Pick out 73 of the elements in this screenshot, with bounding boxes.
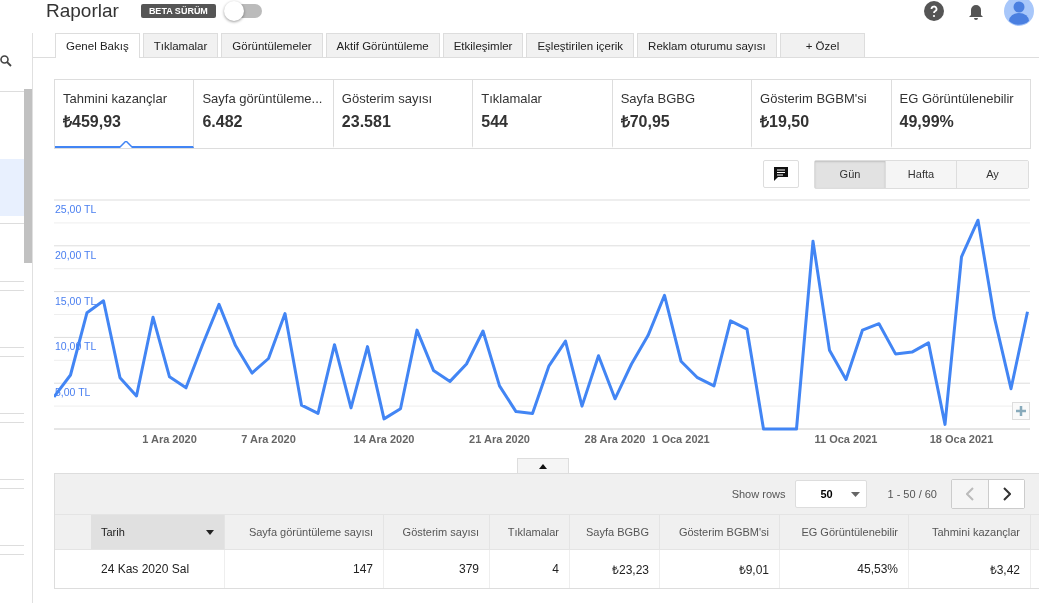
tab[interactable]: Genel Bakış	[55, 33, 140, 58]
metric-label: Tahmini kazançlar	[63, 91, 169, 106]
metric-card[interactable]: EG Görüntülenebilir 49,99%	[891, 80, 1030, 148]
x-axis-label: 11 Oca 2021	[814, 433, 878, 445]
metric-value: 544	[481, 112, 509, 132]
toggle-switch[interactable]	[225, 3, 262, 18]
metric-card[interactable]: Gösterim BGBM'si ₺19,50	[752, 80, 892, 148]
metric-value: 49,99%	[899, 112, 955, 132]
metric-label: Gösterim sayısı	[341, 91, 434, 106]
y-axis-label: 25,00 TL	[55, 203, 97, 215]
metric-card[interactable]: Sayfa BGBG ₺70,95	[612, 80, 753, 148]
tab[interactable]: + Özel	[779, 33, 866, 57]
caret-down-icon	[851, 491, 861, 497]
metric-card[interactable]: Sayfa görüntüleme... 6.482	[194, 80, 334, 148]
comment-button[interactable]	[763, 160, 799, 188]
x-axis-label: 1 Ara 2020	[142, 433, 197, 445]
search-icon[interactable]	[0, 55, 12, 67]
metric-value: ₺19,50	[760, 112, 811, 132]
page-range: 1 - 50 / 60	[887, 488, 937, 500]
metric-card[interactable]: Gösterim sayısı 23.581	[333, 80, 474, 148]
table-cell: 379	[384, 550, 490, 588]
comment-icon	[773, 166, 789, 182]
x-axis-label: 14 Ara 2020	[353, 433, 415, 445]
x-axis-label: 28 Ara 2020	[584, 433, 646, 445]
metric-card[interactable]: Tıklamalar 544	[473, 80, 613, 148]
rows-select[interactable]: 50	[795, 480, 868, 508]
chevron-left-icon	[966, 487, 974, 501]
x-axis-label: 1 Oca 2021	[652, 433, 710, 445]
metric-label: Gösterim BGBM'si	[760, 91, 868, 106]
tab[interactable]: Görüntülemeler	[221, 33, 323, 57]
metric-value: 6.482	[202, 112, 244, 132]
y-axis-label: 15,00 TL	[55, 294, 97, 307]
caret-up-icon	[538, 463, 547, 469]
table-cell: ₺3,42	[909, 550, 1031, 588]
show-rows-label: Show rows	[731, 488, 786, 500]
tab[interactable]: Reklam oturumu sayısı	[637, 33, 777, 57]
x-axis-label: 21 Ara 2020	[469, 433, 530, 445]
metric-label: Sayfa görüntüleme...	[202, 91, 324, 106]
x-axis-label: 18 Oca 2021	[929, 433, 994, 445]
metric-label: Sayfa BGBG	[620, 91, 697, 106]
metric-value: ₺70,95	[620, 112, 671, 132]
table-cell: 147	[225, 550, 384, 588]
plus-icon	[1016, 406, 1026, 416]
scrollbar[interactable]	[24, 89, 32, 263]
column-header[interactable]: Tarih	[91, 515, 225, 549]
metric-value: 23.581	[341, 112, 392, 132]
page-title: Raporlar	[46, 0, 119, 22]
metric-label: Tıklamalar	[481, 91, 543, 106]
y-axis-label: 20,00 TL	[55, 248, 97, 261]
tab[interactable]: Etkileşimler	[442, 33, 524, 57]
metric-card[interactable]: Tahmini kazançlar ₺459,93	[55, 80, 195, 148]
beta-badge: BETA SÜRÜM	[140, 3, 216, 18]
table-cell: 4	[490, 550, 570, 588]
next-page-button[interactable]	[988, 480, 1024, 508]
help-icon[interactable]	[924, 0, 944, 21]
table-cell: ₺9,01	[660, 550, 780, 588]
period-button[interactable]: Ay	[957, 160, 1028, 188]
tab[interactable]: Aktif Görüntüleme	[325, 33, 440, 57]
tab[interactable]: Tıklamalar	[142, 33, 219, 57]
table-cell: 45,53%	[780, 550, 909, 588]
period-button[interactable]: Hafta	[886, 160, 957, 188]
x-axis-label: 7 Ara 2020	[241, 433, 296, 445]
collapse-button[interactable]	[516, 458, 569, 473]
table-cell: ₺23,23	[570, 550, 660, 588]
metric-value: ₺459,93	[63, 112, 122, 132]
table-cell: 24 Kas 2020 Sal	[91, 550, 225, 588]
caret-icon	[119, 141, 133, 148]
tab[interactable]: Eşleştirilen içerik	[526, 33, 635, 57]
metric-label: EG Görüntülenebilir	[899, 91, 1015, 106]
period-button[interactable]: Gün	[815, 160, 886, 188]
sort-caret-icon	[206, 529, 214, 535]
chevron-right-icon	[1002, 487, 1011, 501]
avatar-icon[interactable]	[1004, 0, 1034, 26]
